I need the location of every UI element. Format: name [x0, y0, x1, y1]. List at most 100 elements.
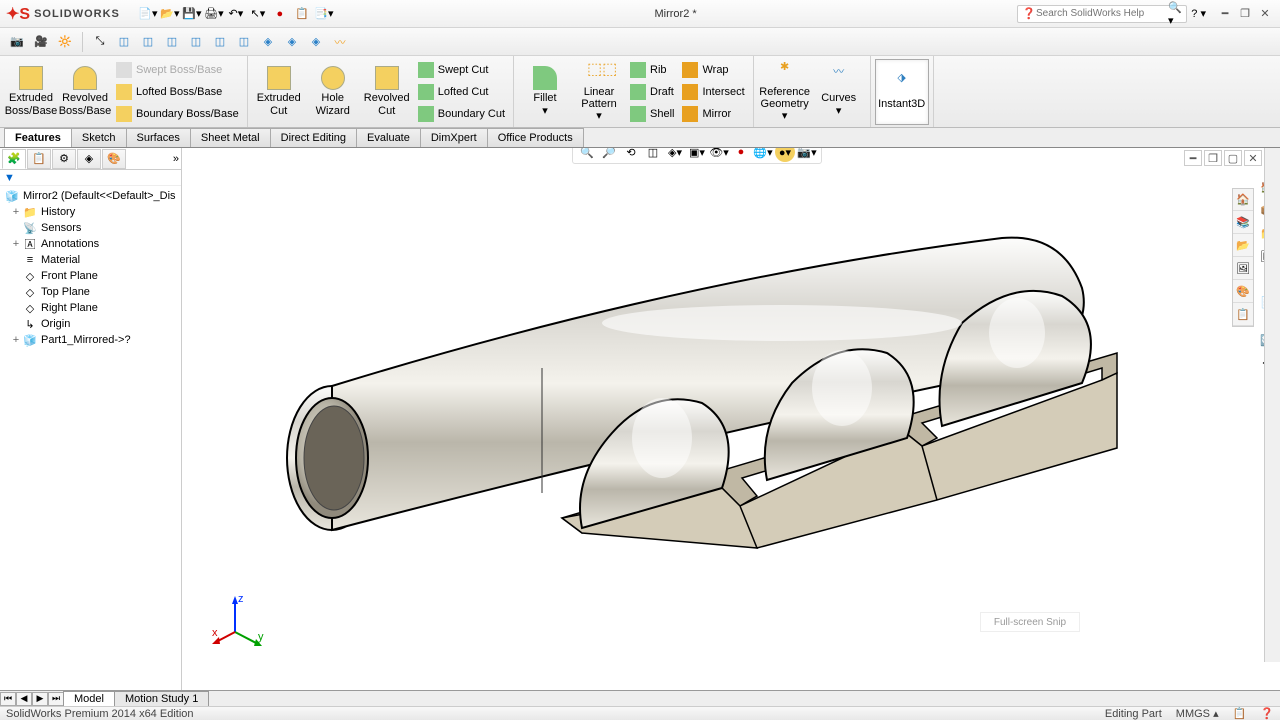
undo-button[interactable]: ↶▾ — [226, 4, 246, 24]
tree-item[interactable]: ◇Front Plane — [0, 268, 181, 284]
feature-manager-tab[interactable]: 🧩 — [2, 149, 26, 169]
tree-expander[interactable] — [10, 222, 22, 234]
tree-expander[interactable] — [10, 318, 22, 330]
revolved-cut-button[interactable]: Revolved Cut — [360, 59, 414, 125]
mirror-button[interactable]: Mirror — [678, 103, 748, 125]
draft-button[interactable]: Draft — [626, 81, 678, 103]
taskpane-design-library-icon[interactable]: 📚 — [1233, 212, 1253, 234]
tab-dimxpert[interactable]: DimXpert — [420, 128, 488, 147]
extruded-cut-button[interactable]: Extruded Cut — [252, 59, 306, 125]
save-button[interactable]: 💾▾ — [182, 4, 202, 24]
intersect-button[interactable]: Intersect — [678, 81, 748, 103]
tab-direct-editing[interactable]: Direct Editing — [270, 128, 357, 147]
view-front-icon[interactable]: ◫ — [113, 31, 135, 53]
linear-pattern-button[interactable]: ⬚⬚ Linear Pattern▾ — [572, 59, 626, 125]
wrap-button[interactable]: Wrap — [678, 59, 748, 81]
tree-root[interactable]: 🧊 Mirror2 (Default<<Default>_Dis — [0, 188, 181, 204]
hole-wizard-button[interactable]: Hole Wizard — [306, 59, 360, 125]
restore-button[interactable]: ❐ — [1236, 6, 1254, 22]
minimize-button[interactable]: ━ — [1216, 6, 1234, 22]
tree-item[interactable]: +🄰Annotations — [0, 236, 181, 252]
tree-expander[interactable] — [10, 270, 22, 282]
extruded-boss-button[interactable]: Extruded Boss/Base — [4, 59, 58, 125]
tab-evaluate[interactable]: Evaluate — [356, 128, 421, 147]
tree-expander[interactable]: + — [10, 334, 22, 346]
tab-surfaces[interactable]: Surfaces — [126, 128, 191, 147]
property-manager-tab[interactable]: 📋 — [27, 149, 51, 169]
configuration-manager-tab[interactable]: ⚙ — [52, 149, 76, 169]
taskpane-view-palette-icon[interactable]: 🖼 — [1233, 258, 1253, 280]
tree-item[interactable]: ◇Top Plane — [0, 284, 181, 300]
camera-icon[interactable]: 📷 — [6, 31, 28, 53]
status-customize-icon[interactable]: 📋 — [1233, 707, 1247, 720]
rib-button[interactable]: Rib — [626, 59, 678, 81]
tab-features[interactable]: Features — [4, 128, 72, 147]
tree-item[interactable]: ↳Origin — [0, 316, 181, 332]
revolved-boss-button[interactable]: Revolved Boss/Base — [58, 59, 112, 125]
tree-expander[interactable]: + — [10, 238, 22, 250]
taskpane-file-explorer-icon[interactable]: 📂 — [1233, 235, 1253, 257]
taskpane-appearances-icon[interactable]: 🎨 — [1233, 281, 1253, 303]
curves-button[interactable]: 〰 Curves▾ — [812, 59, 866, 125]
curve-tool-icon[interactable]: 〰 — [329, 31, 351, 53]
tree-item[interactable]: ≡Material — [0, 252, 181, 268]
view-top-icon[interactable]: ◫ — [209, 31, 231, 53]
search-input[interactable] — [1036, 8, 1168, 19]
tab-nav-first[interactable]: ⏮ — [0, 692, 16, 706]
new-button[interactable]: 📄▾ — [138, 4, 158, 24]
boundary-boss-button[interactable]: Boundary Boss/Base — [112, 103, 243, 125]
taskpane-custom-props-icon[interactable]: 📋 — [1233, 304, 1253, 326]
render-icon[interactable]: 🔆 — [54, 31, 76, 53]
tree-item[interactable]: +🧊Part1_Mirrored->? — [0, 332, 181, 348]
graphics-viewport[interactable]: ━ ❐ ▢ ✕ 🔍 🔎 ⟲ ◫ ◈▾ ▣▾ 👁▾ ● 🌐▾ ●▾ 📷▾ — [182, 148, 1280, 692]
tree-item[interactable]: 📡Sensors — [0, 220, 181, 236]
instant3d-button[interactable]: ⬗ Instant3D — [875, 59, 929, 125]
rebuild-button[interactable]: ● — [270, 4, 290, 24]
view-left-icon[interactable]: ◫ — [161, 31, 183, 53]
dimxpert-manager-tab[interactable]: ◈ — [77, 149, 101, 169]
open-button[interactable]: 📂▾ — [160, 4, 180, 24]
lofted-boss-button[interactable]: Lofted Boss/Base — [112, 81, 243, 103]
status-units[interactable]: MMGS ▴ — [1176, 707, 1219, 720]
tab-nav-next[interactable]: ▶ — [32, 692, 48, 706]
axis-icon[interactable]: ⤡ — [89, 31, 111, 53]
taskpane-resources-icon[interactable]: 🏠 — [1233, 189, 1253, 211]
tree-expander[interactable]: + — [10, 206, 22, 218]
search-icon[interactable]: 🔍▾ — [1168, 1, 1182, 27]
manager-expand[interactable]: » — [173, 153, 179, 165]
tab-sketch[interactable]: Sketch — [71, 128, 127, 147]
vertical-scrollbar[interactable] — [1264, 148, 1280, 662]
shell-button[interactable]: Shell — [626, 103, 678, 125]
tree-filter-row[interactable]: ▼ — [0, 170, 181, 186]
tree-expander[interactable] — [10, 286, 22, 298]
print-button[interactable]: 🖨▾ — [204, 4, 224, 24]
help-dropdown[interactable]: ? ▾ — [1191, 7, 1206, 20]
options-button[interactable]: 📋 — [292, 4, 312, 24]
tree-item[interactable]: +📁History — [0, 204, 181, 220]
status-help-icon[interactable]: ❓ — [1260, 707, 1274, 720]
model-tab[interactable]: Model — [63, 691, 115, 706]
tree-item[interactable]: ◇Right Plane — [0, 300, 181, 316]
view-back-icon[interactable]: ◫ — [137, 31, 159, 53]
view-right-icon[interactable]: ◫ — [185, 31, 207, 53]
select-button[interactable]: ↖▾ — [248, 4, 268, 24]
display-manager-tab[interactable]: 🎨 — [102, 149, 126, 169]
settings-button[interactable]: 📑▾ — [314, 4, 334, 24]
help-search[interactable]: ❓ 🔍▾ — [1017, 5, 1187, 23]
tab-sheet-metal[interactable]: Sheet Metal — [190, 128, 271, 147]
tab-office-products[interactable]: Office Products — [487, 128, 584, 147]
view-bottom-icon[interactable]: ◫ — [233, 31, 255, 53]
motion-study-tab[interactable]: Motion Study 1 — [114, 691, 209, 706]
tree-expander[interactable] — [10, 302, 22, 314]
reference-geometry-button[interactable]: ✱ Reference Geometry▾ — [758, 59, 812, 125]
tab-nav-last[interactable]: ⏭ — [48, 692, 64, 706]
record-icon[interactable]: 🎥 — [30, 31, 52, 53]
lofted-cut-button[interactable]: Lofted Cut — [414, 81, 509, 103]
tree-expander[interactable] — [10, 254, 22, 266]
view-iso-icon[interactable]: ◈ — [257, 31, 279, 53]
orientation-triad[interactable]: z y x — [210, 592, 270, 652]
swept-cut-button[interactable]: Swept Cut — [414, 59, 509, 81]
fillet-button[interactable]: Fillet▾ — [518, 59, 572, 125]
view-dimetric-icon[interactable]: ◈ — [281, 31, 303, 53]
boundary-cut-button[interactable]: Boundary Cut — [414, 103, 509, 125]
